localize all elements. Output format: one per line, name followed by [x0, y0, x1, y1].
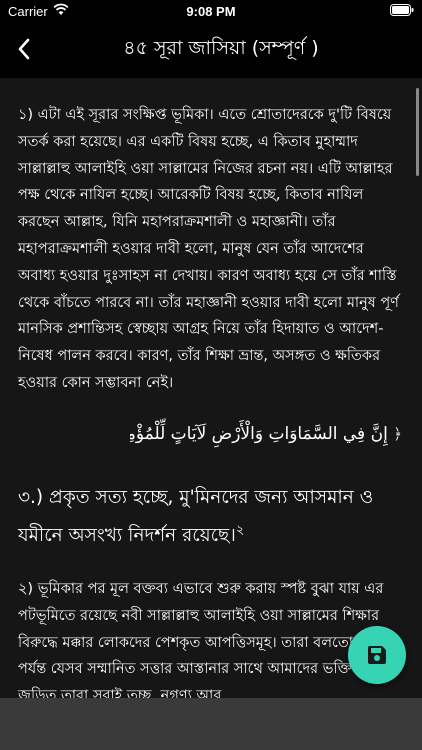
vertical-scrollbar[interactable]	[416, 88, 419, 176]
page-title: ৪৫ সূরা জাসিয়া (সম্পূর্ণ )	[123, 37, 319, 59]
verse-ornament-right: ﴿	[393, 425, 402, 443]
content-scroll-area[interactable]: ১) এটা এই সূরার সংক্ষিপ্ত ভূমিকা। এতে শ্…	[0, 78, 422, 698]
floppy-disk-icon	[367, 646, 386, 664]
back-button[interactable]	[6, 30, 42, 68]
battery-icon	[390, 4, 414, 16]
status-time: 9:08 PM	[186, 4, 236, 19]
commentary-paragraph-1: ১) এটা এই সূরার সংক্ষিপ্ত ভূমিকা। এতে শ্…	[18, 107, 399, 391]
chevron-left-icon	[18, 38, 30, 60]
arabic-verse-text: إِنَّ فِي السَّمَاوَاتِ وَالْأَرْضِ لَآي…	[130, 424, 388, 444]
footnote-link[interactable]: ২	[236, 523, 244, 538]
save-button[interactable]	[348, 626, 406, 684]
status-bar: Carrier 9:08 PM	[0, 0, 422, 22]
commentary-paragraph-2: ২) ভূমিকার পর মূল বক্তব্য এভাবে শুরু করা…	[18, 581, 396, 698]
arabic-verse: ﴿ إِنَّ فِي السَّمَاوَاتِ وَالْأَرْضِ لَ…	[130, 418, 402, 450]
bottom-bar	[0, 698, 422, 750]
navigation-bar: ৪৫ সূরা জাসিয়া (সম্পূর্ণ )	[0, 22, 422, 78]
translation-paragraph: ৩.) প্রকৃত সত্য হচ্ছে, মু'মিনদের জন্য আস…	[18, 481, 404, 552]
translation-text: ৩.) প্রকৃত সত্য হচ্ছে, মু'মিনদের জন্য আস…	[18, 487, 374, 547]
